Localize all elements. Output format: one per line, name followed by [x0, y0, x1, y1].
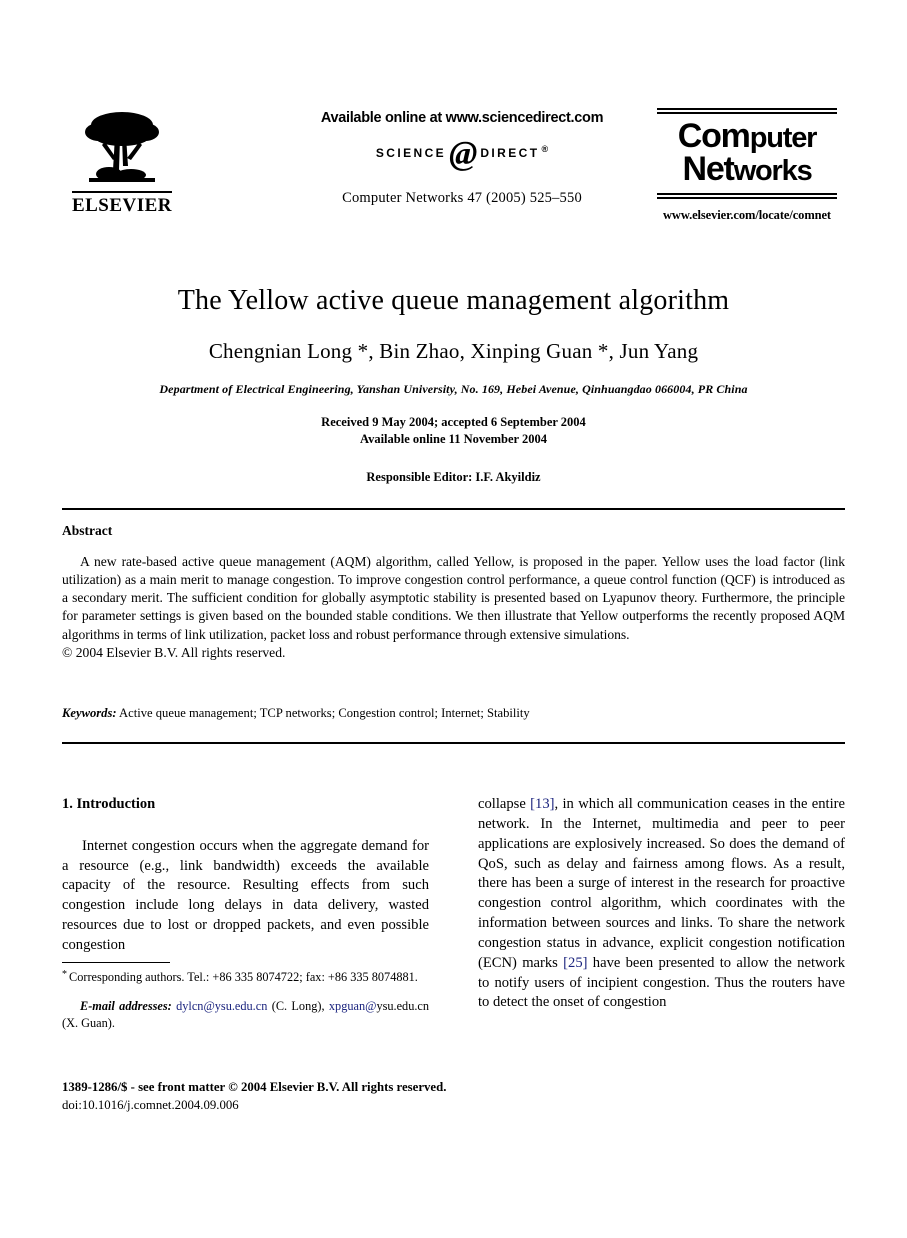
- paragraph: collapse [13], in which all communicatio…: [478, 795, 845, 1013]
- footnote-text: Corresponding authors. Tel.: +86 335 807…: [69, 970, 418, 984]
- keywords: Keywords: Active queue management; TCP n…: [62, 706, 845, 721]
- body-column-right: collapse [13], in which all communicatio…: [478, 795, 845, 1013]
- footnote-separator-rule: [62, 962, 170, 963]
- journal-url[interactable]: www.elsevier.com/locate/comnet: [649, 208, 845, 223]
- email-owner-long: (C. Long),: [271, 999, 325, 1014]
- abstract-heading: Abstract: [62, 523, 113, 538]
- journal-logo-line-2: Networks: [682, 150, 812, 189]
- journal-logo-rule-bottom: [657, 192, 837, 199]
- text-run: , in which all communication ceases in t…: [478, 796, 845, 971]
- elsevier-wordmark: ELSEVIER: [71, 191, 173, 217]
- footnote-email-addresses: E-mail addresses: dylcn@ysu.edu.cn (C. L…: [62, 998, 429, 1031]
- email-label: E-mail addresses:: [80, 999, 172, 1014]
- text-run: collapse: [478, 796, 531, 812]
- sciencedirect-logo-icon: Science @ Direct ®: [267, 135, 657, 172]
- citation-link-13[interactable]: [13]: [530, 796, 554, 812]
- email-link-guan-cont: ysu.edu.cn: [376, 999, 430, 1014]
- footnotes: * Corresponding authors. Tel.: +86 335 80…: [62, 962, 429, 1031]
- abstract-rule-bottom: [62, 742, 845, 744]
- masthead: ELSEVIER Available online at www.science…: [62, 108, 845, 248]
- email-owner-guan: (X. Guan).: [62, 1015, 115, 1030]
- section-heading-introduction: 1. Introduction: [62, 796, 156, 812]
- available-online-text: Available online at www.sciencedirect.co…: [320, 110, 604, 126]
- sciencedirect-block: Available online at www.sciencedirect.co…: [267, 110, 657, 207]
- abstract-body: A new rate-based active queue management…: [62, 554, 845, 642]
- available-online-line: Available online 11 November 2004: [359, 431, 548, 446]
- journal-logo: Computer Networks www.elsevier.com/locat…: [649, 108, 845, 223]
- elsevier-tree-logo-icon: [79, 108, 165, 190]
- sciencedirect-word-science: Science: [375, 145, 447, 160]
- citation-link-25[interactable]: [25]: [563, 955, 587, 971]
- journal-logo-rule-top: [657, 108, 837, 114]
- received-line: Received 9 May 2004; accepted 6 Septembe…: [321, 415, 586, 429]
- body-column-left: 1. Introduction Internet congestion occu…: [62, 795, 429, 956]
- sciencedirect-word-direct: Direct: [480, 145, 540, 160]
- paper-page: ELSEVIER Available online at www.science…: [0, 0, 907, 1238]
- affiliation: Department of Electrical Engineering, Ya…: [159, 382, 748, 396]
- elsevier-logo: ELSEVIER: [62, 108, 182, 217]
- abstract-rule-top: [62, 508, 845, 510]
- email-link-long[interactable]: dylcn@ysu.edu.cn: [176, 999, 267, 1013]
- footnote-asterisk-marker: *: [62, 969, 67, 980]
- author-list: Chengnian Long *, Bin Zhao, Xinping Guan…: [208, 339, 699, 363]
- article-dates: Received 9 May 2004; accepted 6 Septembe…: [62, 414, 845, 447]
- keywords-label: Keywords:: [62, 706, 117, 720]
- responsible-editor: Responsible Editor: I.F. Akyildiz: [366, 470, 541, 484]
- abstract-copyright: © 2004 Elsevier B.V. All rights reserved…: [62, 644, 286, 660]
- journal-logo-line-1: Computer: [677, 117, 818, 155]
- page-title: The Yellow active queue management algor…: [177, 285, 730, 316]
- doi-line: doi:10.1016/j.comnet.2004.09.006: [62, 1098, 239, 1113]
- registered-mark-icon: ®: [541, 143, 549, 154]
- keywords-value: Active queue management; TCP networks; C…: [119, 706, 530, 720]
- title-block: The Yellow active queue management algor…: [62, 285, 845, 485]
- email-link-guan[interactable]: xpguan@: [329, 999, 377, 1013]
- abstract-section: Abstract A new rate-based active queue m…: [62, 523, 845, 662]
- footnote-corresponding-author: * Corresponding authors. Tel.: +86 335 80…: [62, 968, 429, 985]
- issn-copyright-line: 1389-1286/$ - see front matter © 2004 El…: [62, 1080, 447, 1094]
- paragraph: Internet congestion occurs when the aggr…: [62, 837, 429, 953]
- journal-citation: Computer Networks 47 (2005) 525–550: [342, 190, 582, 207]
- at-symbol-icon: @: [449, 135, 478, 172]
- footer-metadata: 1389-1286/$ - see front matter © 2004 El…: [62, 1078, 562, 1114]
